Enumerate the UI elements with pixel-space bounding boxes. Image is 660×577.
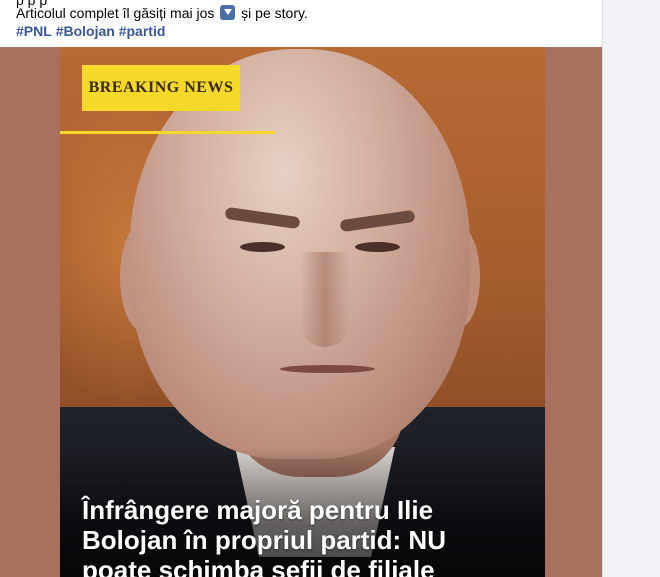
post-card: p p p Articolul complet îl găsiți mai jo…: [0, 0, 603, 577]
hashtag-partid-link[interactable]: #partid: [119, 23, 166, 39]
news-photo[interactable]: BREAKING NEWS Înfrângere majoră pentru I…: [60, 47, 545, 577]
post-media[interactable]: BREAKING NEWS Înfrângere majoră pentru I…: [0, 47, 602, 577]
hashtag-bolojan-link[interactable]: #Bolojan: [56, 23, 115, 39]
left-eye-shape: [240, 242, 285, 252]
hashtag-pnl-link[interactable]: #PNL: [16, 23, 52, 39]
down-arrow-emoji-icon: [220, 5, 236, 20]
post-text: Articolul complet îl găsiți mai jos și p…: [16, 4, 308, 22]
news-headline: Înfrângere majoră pentru Ilie Bolojan în…: [82, 495, 532, 577]
post-text-end: și pe story.: [237, 5, 308, 21]
headline-line: poate schimba șefii de filiale: [82, 555, 435, 577]
nose-shape: [300, 252, 350, 347]
badge-underline: [60, 131, 275, 134]
feed-page: p p p Articolul complet îl găsiți mai jo…: [0, 0, 660, 577]
breaking-news-badge: BREAKING NEWS: [82, 65, 240, 111]
post-hashtags: #PNL #Bolojan #partid: [16, 22, 165, 40]
right-eye-shape: [355, 242, 400, 252]
breaking-news-label: BREAKING NEWS: [88, 79, 234, 96]
mouth-shape: [280, 365, 375, 373]
headline-line: Bolojan în propriul partid: NU: [82, 525, 446, 555]
headline-line: Înfrângere majoră pentru Ilie: [82, 495, 434, 525]
post-text-start: Articolul complet îl găsiți mai jos: [16, 5, 219, 21]
